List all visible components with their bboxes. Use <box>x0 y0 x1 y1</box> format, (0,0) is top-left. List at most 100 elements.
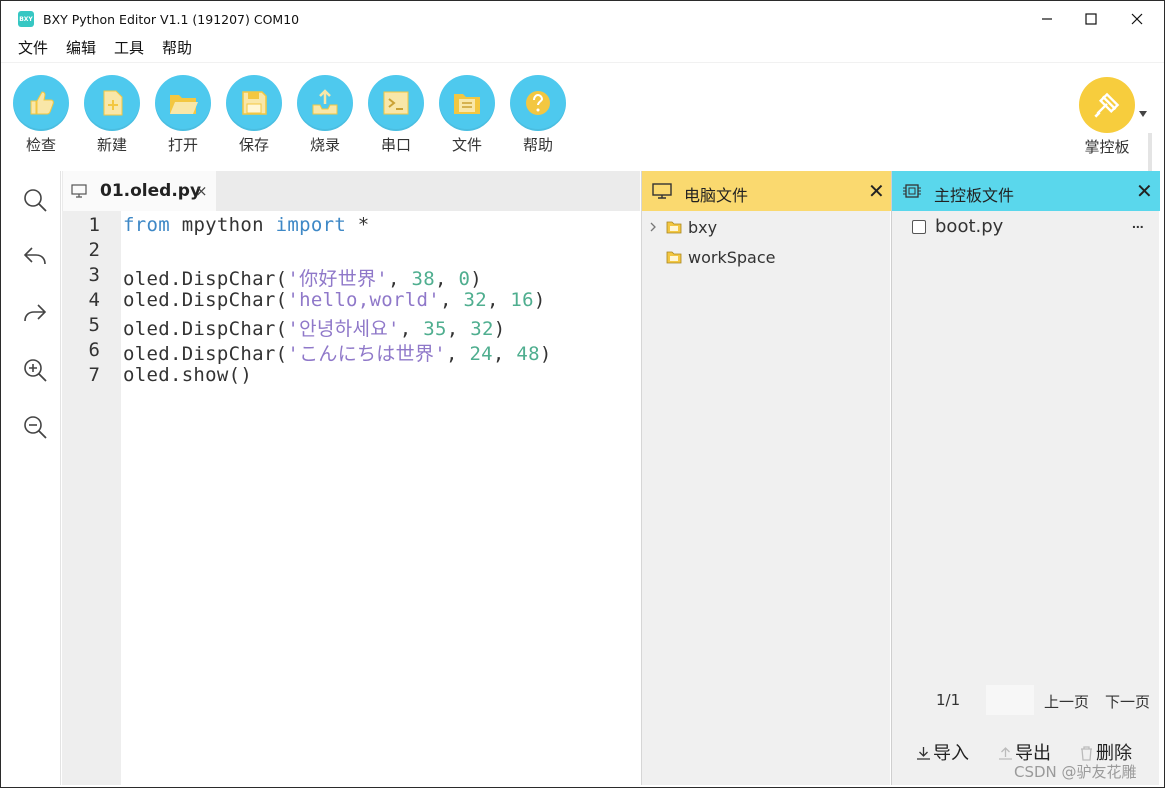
monitor-icon <box>71 184 87 198</box>
code-token: 38 <box>411 268 436 290</box>
page-indicator: 1/1 <box>936 691 961 709</box>
app-logo-icon: BXY <box>18 11 34 27</box>
import-button[interactable]: 导入 <box>916 739 969 765</box>
redo-icon[interactable] <box>22 300 48 326</box>
page-input[interactable] <box>986 685 1034 715</box>
code-token: 16 <box>510 289 534 311</box>
folder-icon <box>666 221 682 234</box>
flash-button[interactable]: 烧录 <box>295 75 355 155</box>
help-button[interactable]: 帮助 <box>508 75 568 155</box>
line-number: 4 <box>88 289 100 311</box>
new-file-icon <box>84 75 140 131</box>
code-line[interactable]: oled.DispChar('こんにちは世界', 24, 48) <box>123 339 552 366</box>
board-file-row[interactable]: boot.py ... <box>892 213 1160 241</box>
minimize-button[interactable] <box>1027 7 1067 31</box>
code-editor[interactable]: from mpython import * oled.DispChar('你好世界… <box>121 211 640 785</box>
close-icon <box>1131 13 1143 25</box>
code-token: oled.DispChar( <box>123 268 288 290</box>
code-token: oled.DispChar( <box>123 318 288 340</box>
open-folder-icon <box>155 75 211 131</box>
code-token: 32 <box>463 289 487 311</box>
close-window-button[interactable] <box>1117 7 1157 31</box>
tab-01-oled-py[interactable]: 01.oled.py × <box>63 171 216 211</box>
menu-file[interactable]: 文件 <box>12 37 54 61</box>
maximize-button[interactable] <box>1071 7 1111 31</box>
code-token: oled.DispChar( <box>123 343 288 365</box>
line-number: 1 <box>88 214 100 236</box>
code-token: '你好世界' <box>287 268 389 290</box>
toolbar: 检查 新建 打开 保存 烧录 串口 文件 帮助 掌控板 <box>1 62 1164 225</box>
window-title: BXY Python Editor V1.1 (191207) COM10 <box>43 12 300 27</box>
code-token: oled.DispChar( <box>123 289 288 311</box>
download-icon <box>917 747 930 760</box>
open-button[interactable]: 打开 <box>153 75 213 155</box>
menu-help[interactable]: 帮助 <box>156 37 198 61</box>
code-token: 35 <box>423 318 447 340</box>
code-token: ) <box>493 318 506 340</box>
upload-tray-icon <box>297 75 353 131</box>
menu-tools[interactable]: 工具 <box>108 37 150 61</box>
next-page-button[interactable]: 下一页 <box>1105 691 1150 712</box>
tab-title: 01.oled.py <box>100 181 202 201</box>
chip-icon <box>903 184 921 198</box>
menu-bar: 文件 编辑 工具 帮助 <box>1 37 198 61</box>
file-more-button[interactable]: ... <box>1132 215 1144 231</box>
files-label: 文件 <box>451 136 482 154</box>
prev-page-button[interactable]: 上一页 <box>1044 691 1089 712</box>
zoom-out-icon[interactable] <box>22 414 48 440</box>
code-token: * <box>346 214 370 236</box>
zoom-in-icon[interactable] <box>22 357 48 383</box>
line-number: 2 <box>88 239 100 261</box>
caret-down-icon[interactable] <box>1139 111 1147 117</box>
serial-label: 串口 <box>380 136 411 154</box>
code-token: 0 <box>458 268 471 290</box>
title-bar: BXY BXY Python Editor V1.1 (191207) COM1… <box>1 1 1164 37</box>
tab-close-button[interactable]: × <box>195 182 208 200</box>
file-checkbox[interactable] <box>912 220 926 234</box>
save-button[interactable]: 保存 <box>224 75 284 155</box>
files-button[interactable]: 文件 <box>437 75 497 155</box>
line-number: 7 <box>88 364 100 386</box>
save-label: 保存 <box>238 136 269 154</box>
code-line[interactable]: oled.DispChar('你好世界', 38, 0) <box>123 264 482 291</box>
board-files-close-button[interactable]: ✕ <box>1136 179 1153 203</box>
new-button[interactable]: 新建 <box>82 75 142 155</box>
file-folder-icon <box>439 75 495 131</box>
minimize-icon <box>1042 18 1052 20</box>
pc-files-close-button[interactable]: ✕ <box>868 179 885 203</box>
undo-icon[interactable] <box>22 243 48 269</box>
search-icon[interactable] <box>22 187 48 213</box>
tree-item-bxy[interactable]: bxy <box>642 215 891 241</box>
code-token: , <box>435 268 459 290</box>
app-window: BXY BXY Python Editor V1.1 (191207) COM1… <box>0 0 1165 788</box>
code-token: 24 <box>469 343 493 365</box>
serial-button[interactable]: 串口 <box>366 75 426 155</box>
code-line[interactable]: oled.DispChar('hello,world', 32, 16) <box>123 289 546 311</box>
code-line[interactable]: from mpython import * <box>123 214 370 236</box>
monitor-icon <box>652 183 672 199</box>
chevron-right-icon[interactable] <box>649 222 657 232</box>
watermark: CSDN @驴友花雕 <box>1014 763 1137 781</box>
import-label: 导入 <box>933 743 969 764</box>
trash-icon <box>1081 746 1092 761</box>
tree-item-workspace[interactable]: workSpace <box>642 245 891 271</box>
line-number: 5 <box>88 314 100 336</box>
board-label: 掌控板 <box>1084 138 1130 156</box>
code-token: 'hello,world' <box>287 289 440 311</box>
code-token: , <box>439 289 464 311</box>
code-token: mpython <box>169 214 276 236</box>
board-button[interactable]: 掌控板 <box>1075 77 1139 157</box>
line-number: 3 <box>88 264 100 286</box>
code-token: '안녕하세요' <box>287 318 400 340</box>
code-token: ) <box>470 268 482 290</box>
code-token: oled.show() <box>123 364 253 386</box>
code-line[interactable]: oled.DispChar('안녕하세요', 35, 32) <box>123 314 505 341</box>
code-line[interactable]: oled.show() <box>123 364 252 386</box>
menu-edit[interactable]: 编辑 <box>60 37 102 61</box>
board-files-header: 主控板文件 ✕ <box>892 171 1160 211</box>
check-button[interactable]: 检查 <box>11 75 71 155</box>
code-token: , <box>399 318 424 340</box>
flash-label: 烧录 <box>309 136 340 154</box>
side-toolbar <box>9 171 61 785</box>
question-icon <box>510 75 566 131</box>
